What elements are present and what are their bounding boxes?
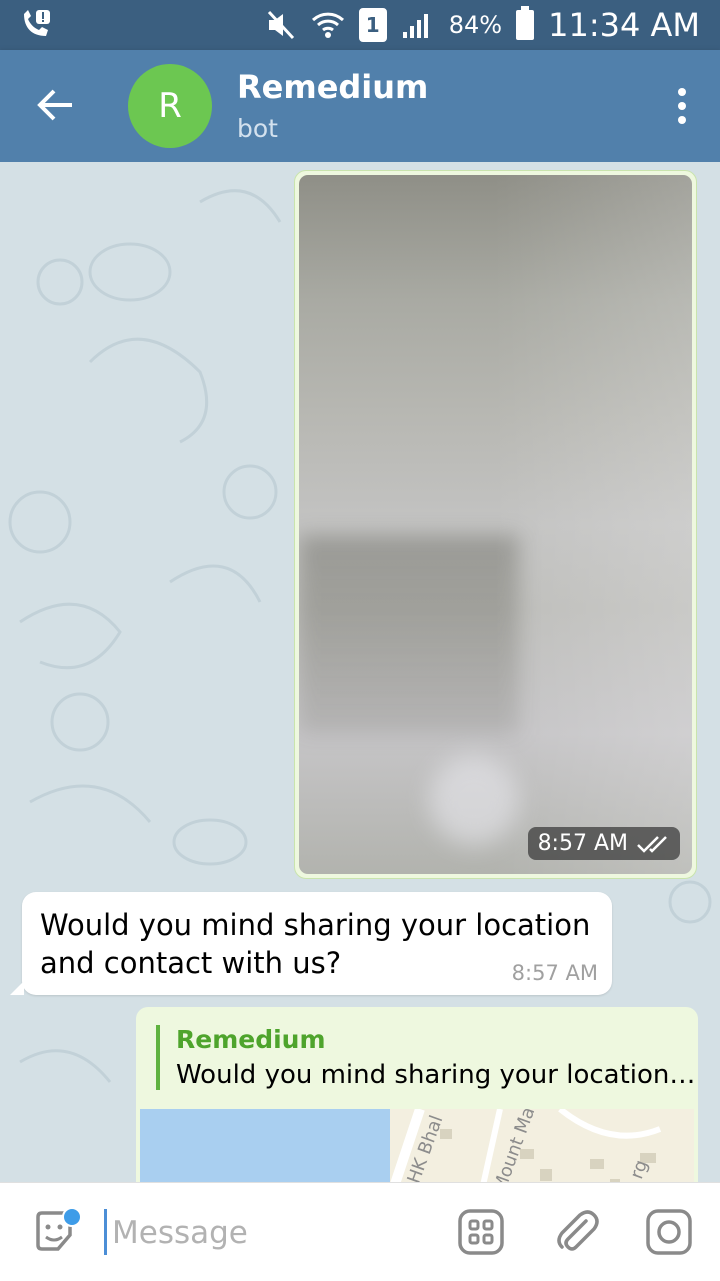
message-time: 8:57 AM	[511, 961, 598, 985]
incoming-message[interactable]: Would you mind sharing your location and…	[10, 892, 612, 995]
reply-author: Remedium	[176, 1025, 326, 1054]
clock: 11:34 AM	[548, 6, 700, 44]
photo-light	[429, 755, 519, 845]
more-vertical-icon[interactable]	[674, 86, 690, 126]
photo-time-text: 8:57 AM	[537, 831, 628, 856]
battery-icon	[516, 6, 535, 40]
message-input[interactable]	[110, 1209, 414, 1257]
sim-icon: 1	[358, 8, 387, 42]
photo-message[interactable]: 8:57 AM	[294, 170, 697, 879]
message-input-bar	[0, 1182, 720, 1281]
bot-keyboard-icon[interactable]	[456, 1207, 506, 1257]
battery-percent: 84%	[448, 11, 503, 39]
wifi-calling-alert-icon	[24, 10, 50, 36]
photo-image[interactable]: 8:57 AM	[299, 175, 692, 874]
notification-dot	[62, 1207, 82, 1227]
camera-icon[interactable]	[644, 1207, 694, 1257]
avatar[interactable]: R	[128, 64, 212, 148]
mute-icon	[267, 10, 294, 40]
chat-title[interactable]: Remedium	[237, 68, 428, 106]
wifi-icon	[311, 12, 344, 38]
text-cursor	[104, 1209, 107, 1255]
reply-quote[interactable]: Remedium Would you mind sharing your loc…	[156, 1025, 695, 1090]
chat-subtitle: bot	[237, 114, 278, 143]
photo-timestamp: 8:57 AM	[527, 827, 680, 860]
photo-highlight	[492, 175, 692, 874]
attach-icon[interactable]	[552, 1207, 602, 1257]
back-arrow-icon[interactable]	[30, 80, 80, 130]
signal-icon	[402, 14, 428, 38]
location-reply-message[interactable]: Remedium Would you mind sharing your loc…	[136, 1007, 698, 1197]
double-check-icon	[637, 835, 667, 853]
status-bar: 1 84% 11:34 AM	[0, 0, 720, 50]
photo-shadow	[299, 535, 519, 735]
chat-header: R Remedium bot	[0, 50, 720, 162]
reply-text: Would you mind sharing your location…	[176, 1060, 696, 1090]
